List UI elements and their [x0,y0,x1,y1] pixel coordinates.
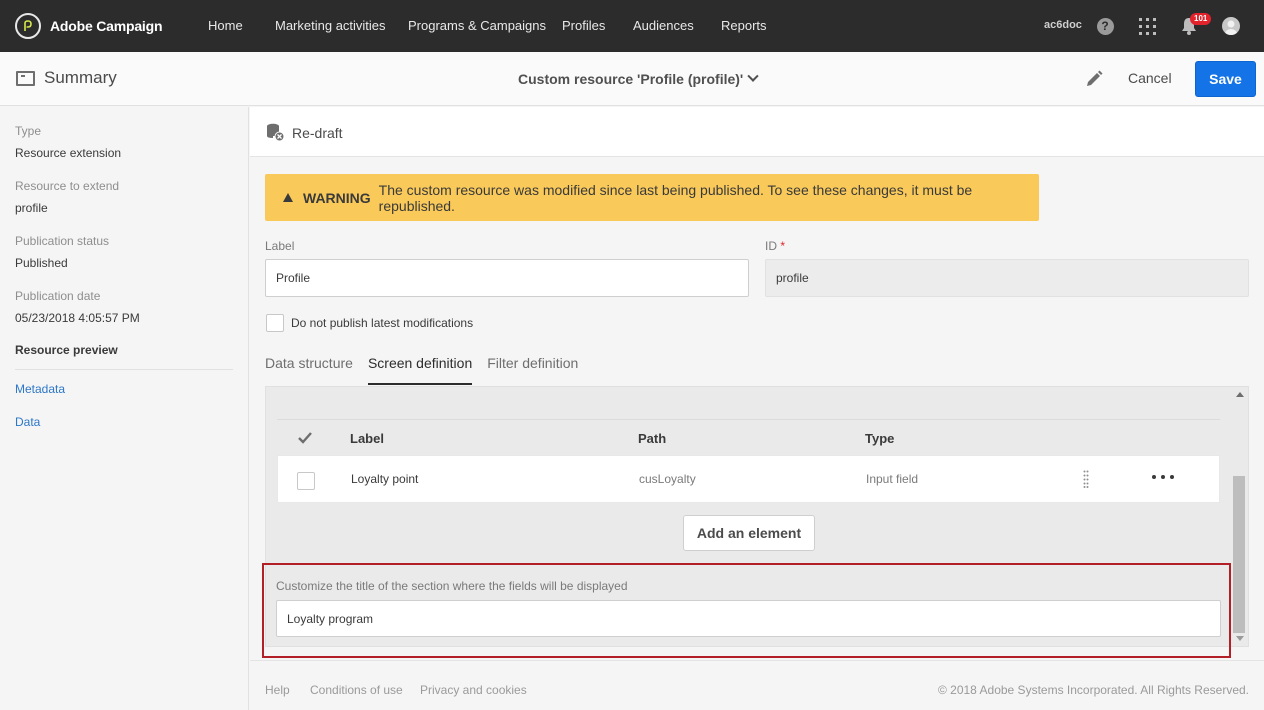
resource-to-extend-label: Resource to extend [15,179,120,193]
apps-grid-icon[interactable] [1137,16,1157,36]
chevron-down-icon [747,70,759,82]
row-checkbox[interactable] [297,472,315,490]
summary-sidebar: Type Resource extension Resource to exte… [0,107,249,710]
adobe-campaign-logo-icon [15,13,41,39]
row-path: cusLoyalty [639,472,696,486]
table-row[interactable]: Loyalty point cusLoyalty Input field [277,455,1220,503]
column-type: Type [865,431,895,446]
summary-toggle-button[interactable]: Summary [16,68,117,88]
publication-date-value: 05/23/2018 4:05:57 PM [15,311,140,325]
more-options-icon[interactable] [1152,468,1174,486]
row-label: Loyalty point [351,472,419,486]
warning-title: WARNING [303,189,371,206]
database-undo-icon [267,123,285,142]
main-content: Re-draft WARNING The custom resource was… [250,107,1264,710]
redraft-label: Re-draft [292,124,343,141]
avatar [1222,17,1240,35]
id-field-label: ID * [765,239,785,253]
scrollbar[interactable] [1232,386,1248,647]
id-input [765,259,1249,297]
brand-name: Adobe Campaign [50,18,163,34]
nav-home[interactable]: Home [208,18,243,33]
resource-title-dropdown[interactable]: Custom resource 'Profile (profile)' [518,70,759,87]
notification-badge: 101 [1190,13,1212,25]
footer: Help Conditions of use Privacy and cooki… [250,660,1264,710]
label-input[interactable] [265,259,749,297]
sidebar-divider [15,369,233,370]
side-panel-icon [16,70,35,86]
warning-message: The custom resource was modified since l… [378,181,973,214]
required-marker: * [780,239,786,253]
column-path: Path [638,431,667,446]
user-avatar[interactable] [1221,16,1241,36]
add-element-button[interactable]: Add an element [683,515,815,551]
tab-screen-definition[interactable]: Screen definition [367,355,473,385]
warning-banner: WARNING The custom resource was modified… [265,174,1039,221]
tab-filter-definition[interactable]: Filter definition [487,355,578,385]
metadata-link[interactable]: Metadata [15,382,65,396]
publication-date-label: Publication date [15,289,101,303]
type-value: Resource extension [15,146,122,160]
publication-status-value: Published [15,256,68,270]
section-title-label: Customize the title of the section where… [276,579,628,593]
brand[interactable]: Adobe Campaign [15,13,163,39]
scroll-down-icon[interactable] [1236,636,1244,641]
select-all-check-icon[interactable] [297,430,313,446]
panel-divider [277,419,1220,420]
column-label: Label [350,431,384,446]
footer-conditions-link[interactable]: Conditions of use [310,683,403,697]
footer-privacy-link[interactable]: Privacy and cookies [420,683,527,697]
tab-bar: Data structure Screen definition Filter … [265,355,593,385]
pencil-icon[interactable] [1084,69,1104,89]
do-not-publish-label: Do not publish latest modifications [291,316,474,330]
resource-to-extend-value: profile [15,201,48,215]
nav-reports[interactable]: Reports [721,18,767,33]
org-name[interactable]: ac6doc [1044,19,1082,31]
id-label-text: ID [765,239,777,253]
type-label: Type [15,124,42,138]
row-type: Input field [866,472,919,486]
data-link[interactable]: Data [15,415,40,429]
label-field-label: Label [265,239,295,253]
section-title-input[interactable] [276,600,1221,637]
drag-handle-icon[interactable] [1083,470,1089,488]
nav-programs-campaigns[interactable]: Programs & Campaigns [408,18,546,33]
scroll-thumb[interactable] [1233,476,1245,633]
footer-help-link[interactable]: Help [265,683,290,697]
save-button[interactable]: Save [1195,61,1256,97]
publication-status-label: Publication status [15,234,110,248]
copyright: © 2018 Adobe Systems Incorporated. All R… [937,683,1249,697]
tab-data-structure[interactable]: Data structure [265,355,353,385]
resource-title: Custom resource 'Profile (profile)' [518,71,744,87]
scroll-up-icon[interactable] [1236,392,1244,397]
action-bar: Summary Custom resource 'Profile (profil… [0,52,1264,106]
nav-marketing-activities[interactable]: Marketing activities [275,18,386,33]
summary-title: Summary [44,68,117,87]
nav-audiences[interactable]: Audiences [633,18,694,33]
cancel-button[interactable]: Cancel [1128,70,1172,86]
table-header: Label Path Type [277,421,1220,455]
redraft-toolbar: Re-draft [250,107,1264,157]
help-icon[interactable]: ? [1095,16,1115,36]
resource-preview-heading: Resource preview [15,343,118,357]
warning-icon [283,193,293,202]
top-navigation-bar: Adobe Campaign Home Marketing activities… [0,0,1264,52]
redraft-button[interactable]: Re-draft [266,123,343,142]
do-not-publish-checkbox[interactable] [266,314,284,332]
nav-profiles[interactable]: Profiles [562,18,605,33]
